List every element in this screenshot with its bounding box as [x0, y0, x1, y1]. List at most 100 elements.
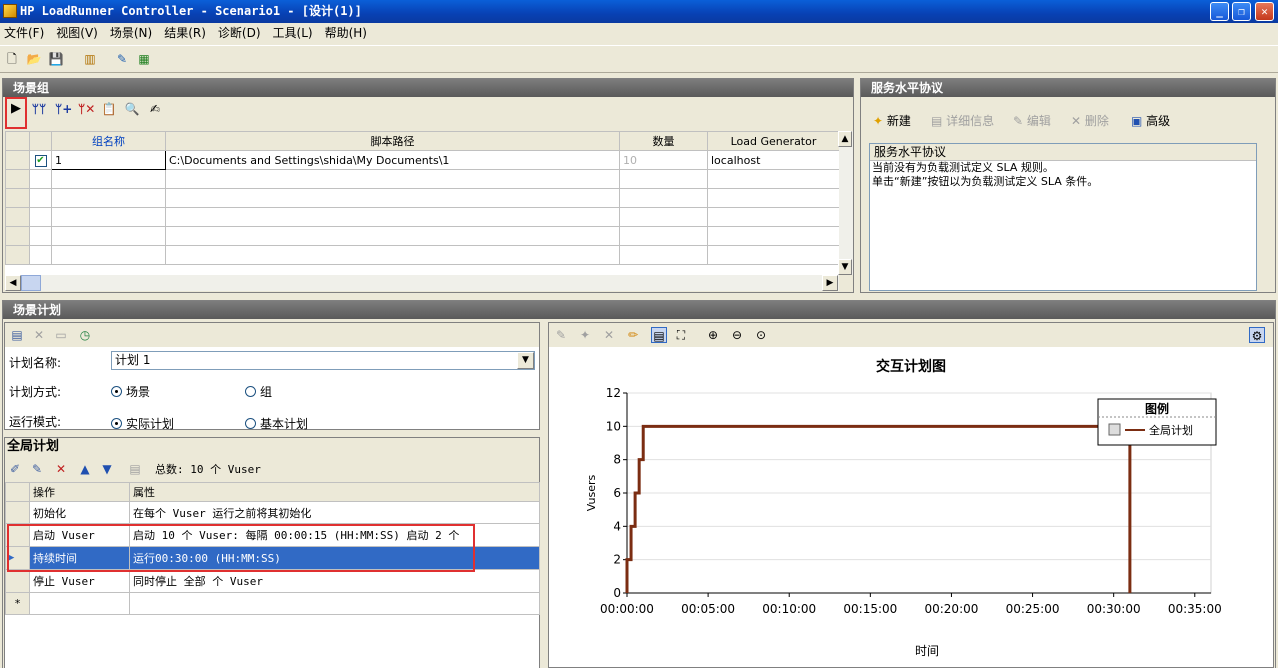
menu-help[interactable]: 帮助(H): [325, 23, 367, 43]
delete-action-icon[interactable]: ✕: [601, 327, 617, 343]
sla-title: 服务水平协议: [861, 79, 1275, 97]
legend-toggle-icon[interactable]: ▤: [651, 327, 667, 343]
sla-advanced-button[interactable]: ▣ 高级: [1131, 111, 1170, 131]
menu-file[interactable]: 文件(F): [4, 23, 44, 43]
schedule-mode-label: 计划方式:: [9, 385, 62, 399]
x-tick-label: 00:15:00: [843, 602, 897, 616]
run-real-radio[interactable]: 实际计划: [111, 415, 174, 432]
zoom-in-icon[interactable]: ⊕: [705, 327, 721, 343]
app-icon: [3, 4, 17, 18]
title-bar: HP LoadRunner Controller - Scenario1 - […: [0, 0, 1278, 23]
new-schedule-icon[interactable]: ▤: [9, 327, 25, 343]
menu-scenario[interactable]: 场景(N): [110, 23, 152, 43]
maximize-button[interactable]: ❐: [1232, 2, 1251, 21]
chart-options-icon[interactable]: ⚙: [1249, 327, 1265, 343]
col-script-path[interactable]: 脚本路径: [165, 131, 620, 151]
details-icon: ▤: [931, 114, 943, 128]
groups-vscrollbar[interactable]: ▲ ▼: [838, 131, 853, 275]
table-row[interactable]: 停止 Vuser 同时停止 全部 个 Vuser: [5, 569, 540, 593]
grid-icon[interactable]: ▦: [136, 51, 152, 67]
schedule-clock-icon[interactable]: ◷: [77, 327, 93, 343]
edit-action-icon[interactable]: ✎: [29, 461, 45, 477]
vusers-icon[interactable]: ᛘᛘ: [31, 101, 47, 117]
window-title: HP LoadRunner Controller - Scenario1 - […: [20, 4, 362, 18]
legend-checkbox[interactable]: [1108, 423, 1121, 436]
chevron-down-icon[interactable]: ▼: [517, 352, 534, 369]
sla-edit-button[interactable]: ✎ 编辑: [1013, 111, 1051, 131]
script-path-cell[interactable]: C:\Documents and Settings\shida\My Docum…: [165, 150, 620, 170]
y-tick-label: 6: [613, 486, 621, 500]
col-property[interactable]: 属性: [129, 482, 540, 502]
zoom-reset-icon[interactable]: ⊙: [753, 327, 769, 343]
new-row-marker: *: [5, 592, 30, 615]
load-generator-cell[interactable]: localhost: [707, 150, 840, 170]
scroll-right-icon[interactable]: ▶: [822, 275, 838, 291]
delete-schedule-icon[interactable]: ✕: [31, 327, 47, 343]
sla-new-button[interactable]: ✦ 新建: [873, 111, 911, 131]
copy-icon[interactable]: ▤: [127, 461, 143, 477]
schedule-title: 场景计划: [3, 301, 1275, 319]
run-basic-radio[interactable]: 基本计划: [245, 415, 308, 432]
edit-mode-icon[interactable]: ✎: [553, 327, 569, 343]
group-enabled-checkbox[interactable]: ✔: [34, 155, 47, 167]
chart-series: [625, 424, 1132, 593]
series-line[interactable]: [625, 424, 1132, 593]
sla-details-button[interactable]: ▤ 详细信息: [931, 111, 994, 131]
vuser-duration-highlight: [7, 524, 475, 572]
table-row[interactable]: *: [5, 592, 540, 615]
col-group-name[interactable]: 组名称: [51, 131, 166, 151]
table-row[interactable]: ✔ 1 C:\Documents and Settings\shida\My D…: [5, 150, 840, 170]
mode-group-radio[interactable]: 组: [245, 383, 272, 400]
scroll-left-icon[interactable]: ◀: [5, 275, 21, 291]
menu-diagnostics[interactable]: 诊断(D): [218, 23, 261, 43]
add-group-icon[interactable]: ᛘ+: [55, 101, 72, 117]
menu-view[interactable]: 视图(V): [56, 23, 98, 43]
new-scenario-icon[interactable]: 🗋: [4, 51, 20, 67]
remove-group-icon[interactable]: ᛘ✕: [78, 101, 95, 117]
group-name-cell[interactable]: 1: [51, 150, 166, 170]
table-row[interactable]: 初始化 在每个 Vuser 运行之前将其初始化: [5, 501, 540, 524]
menu-tools[interactable]: 工具(L): [273, 23, 313, 43]
move-up-icon[interactable]: ▲: [77, 461, 93, 477]
y-tick-label: 2: [613, 553, 621, 567]
schedule-name-label: 计划名称:: [9, 356, 62, 370]
col-load-generator[interactable]: Load Generator: [707, 131, 840, 151]
analysis-icon[interactable]: ▥: [82, 51, 98, 67]
sla-list: 服务水平协议 当前没有为负载测试定义 SLA 规则。 单击“新建”按钮以为负载测…: [869, 143, 1257, 291]
y-tick-label: 10: [606, 419, 621, 433]
scroll-down-icon[interactable]: ▼: [838, 259, 852, 275]
menu-results[interactable]: 结果(R): [164, 23, 206, 43]
scroll-up-icon[interactable]: ▲: [838, 131, 852, 147]
schedule-chart: 交互计划图 0 2 4 6 8 10 12 00:00:00 00:05:00 00:10:00 0…: [585, 358, 1222, 658]
table-row: [5, 207, 840, 227]
zoom-out-icon[interactable]: ⊖: [729, 327, 745, 343]
tuning-icon[interactable]: ✎: [114, 51, 130, 67]
schedule-name-select[interactable]: 计划 1 ▼: [111, 351, 535, 370]
col-quantity[interactable]: 数量: [619, 131, 708, 151]
groups-hscrollbar[interactable]: ◀ ▶: [5, 275, 839, 291]
fit-icon[interactable]: ⛶: [673, 327, 689, 343]
start-scenario-icon[interactable]: ▶: [8, 101, 24, 117]
minimize-button[interactable]: _: [1210, 2, 1229, 21]
col-action[interactable]: 操作: [29, 482, 130, 502]
new-action-icon[interactable]: ✦: [577, 327, 593, 343]
save-icon[interactable]: 💾: [48, 51, 64, 67]
sla-delete-button[interactable]: ✕ 删除: [1071, 111, 1109, 131]
interactive-schedule-chart-panel: ✎ ✦ ✕ ✏ ▤ ⛶ ⊕ ⊖ ⊙ ⚙ 交互计划图 0 2 4 6 8 10 12 00:00…: [548, 322, 1274, 668]
move-down-icon[interactable]: ▼: [99, 461, 115, 477]
mode-scenario-radio[interactable]: 场景: [111, 383, 150, 400]
hscroll-thumb[interactable]: [21, 275, 41, 291]
sla-message-line2: 单击“新建”按钮以为负载测试定义 SLA 条件。: [872, 175, 1099, 188]
schedule-toolbar: ▤ ✕ ▭ ◷: [5, 323, 539, 347]
delete-action-icon[interactable]: ✕: [53, 461, 69, 477]
run-details-icon[interactable]: 📋: [101, 101, 117, 117]
edit-script-icon[interactable]: ✍: [147, 101, 163, 117]
open-icon[interactable]: 📂: [26, 51, 42, 67]
add-action-icon[interactable]: ✐: [7, 461, 23, 477]
rename-schedule-icon[interactable]: ▭: [53, 327, 69, 343]
quantity-cell[interactable]: 10: [619, 150, 708, 170]
y-tick-label: 0: [613, 586, 621, 600]
details-icon[interactable]: 🔍: [124, 101, 140, 117]
close-button[interactable]: ✕: [1255, 2, 1274, 21]
pencil-icon[interactable]: ✏: [625, 327, 641, 343]
